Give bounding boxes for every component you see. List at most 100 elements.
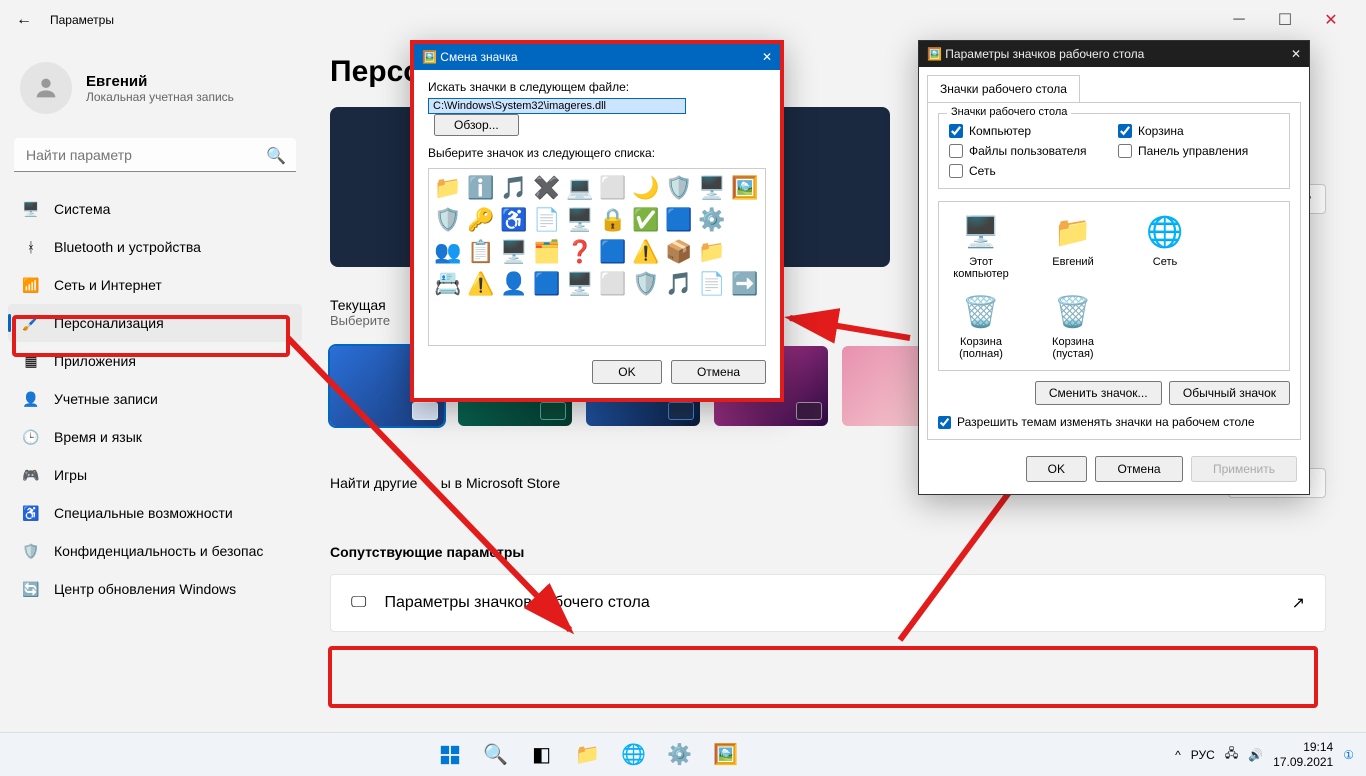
icon-option[interactable]: 🖥️ [565, 205, 595, 235]
icon-grid[interactable]: 📁ℹ️🎵✖️💻⬜🌙🛡️🖥️🖼️🛡️🔑♿📄🖥️🔒✅🟦⚙️👥📋🖥️🗂️❓🟦⚠️📦📁📇… [428, 168, 766, 346]
icon-option[interactable]: 🖥️ [565, 269, 595, 299]
preview-icon[interactable]: 🗑️Корзина (пустая) [1041, 292, 1105, 360]
network-icon[interactable]: 🖧 [1225, 744, 1238, 765]
icon-option[interactable]: 🎵 [664, 269, 694, 299]
minimize-button[interactable]: ─ [1216, 4, 1262, 36]
icon-option[interactable]: 📦 [664, 237, 694, 267]
sidebar-item-bluetooth[interactable]: ᚼBluetooth и устройства [8, 228, 302, 266]
app-button[interactable]: 🖼️ [706, 735, 746, 775]
icon-option[interactable]: 🛡️ [433, 205, 463, 235]
icon-path-input[interactable] [428, 98, 686, 114]
sidebar-item-privacy[interactable]: 🛡️Конфиденциальность и безопас [8, 532, 302, 570]
icon-option[interactable]: 🟦 [664, 205, 694, 235]
sidebar-item-label: Bluetooth и устройства [54, 239, 201, 255]
close-button[interactable]: ✕ [1308, 4, 1354, 36]
edge-button[interactable]: 🌐 [614, 735, 654, 775]
back-button[interactable]: ← [12, 7, 36, 33]
icon-option[interactable]: 🎵 [499, 173, 529, 203]
icon-option[interactable]: ⚠️ [631, 237, 661, 267]
check-computer[interactable]: Компьютер [949, 124, 1110, 138]
icon-option[interactable]: 🗂️ [532, 237, 562, 267]
taskview-button[interactable]: ◧ [522, 735, 562, 775]
icon-option[interactable]: 📄 [697, 269, 727, 299]
clock[interactable]: 19:14 17.09.2021 [1273, 740, 1333, 769]
icon-option[interactable]: 📄 [532, 205, 562, 235]
preview-icon[interactable]: 🌐Сеть [1133, 212, 1197, 280]
sidebar-item-network[interactable]: 📶Сеть и Интернет [8, 266, 302, 304]
start-button[interactable] [430, 735, 470, 775]
icon-option[interactable] [730, 205, 760, 235]
icon-option[interactable]: ♿ [499, 205, 529, 235]
icon-option[interactable]: 🟦 [598, 237, 628, 267]
cancel-button[interactable]: Отмена [1095, 456, 1182, 482]
cancel-button[interactable]: Отмена [671, 360, 766, 384]
icon-option[interactable]: ⚙️ [697, 205, 727, 235]
settings-button[interactable]: ⚙️ [660, 735, 700, 775]
check-userfiles[interactable]: Файлы пользователя [949, 144, 1110, 158]
icon-option[interactable]: 👥 [433, 237, 463, 267]
icon-option[interactable]: 👤 [499, 269, 529, 299]
sidebar-item-time[interactable]: 🕒Время и язык [8, 418, 302, 456]
default-icon-button[interactable]: Обычный значок [1169, 381, 1290, 405]
allow-themes-checkbox[interactable]: Разрешить темам изменять значки на рабоч… [938, 415, 1290, 429]
tray-chevron-icon[interactable]: ^ [1175, 748, 1181, 762]
check-recycle[interactable]: Корзина [1118, 124, 1279, 138]
preview-icon[interactable]: 📁Евгений [1041, 212, 1105, 280]
icon-option[interactable]: ⚠️ [466, 269, 496, 299]
icon-option[interactable]: ✅ [631, 205, 661, 235]
icon-option[interactable]: ✖️ [532, 173, 562, 203]
change-icon-button[interactable]: Сменить значок... [1035, 381, 1162, 405]
icon-option[interactable]: 📁 [697, 237, 727, 267]
icon-option[interactable]: 🖥️ [697, 173, 727, 203]
icon-option[interactable]: 📋 [466, 237, 496, 267]
icon-option[interactable]: 🔒 [598, 205, 628, 235]
user-block[interactable]: Евгений Локальная учетная запись [8, 52, 302, 124]
icon-option[interactable]: 🛡️ [631, 269, 661, 299]
tab-desktop-icons[interactable]: Значки рабочего стола [927, 75, 1080, 102]
icon-option[interactable]: ❓ [565, 237, 595, 267]
icon-preview[interactable]: 🖥️Этот компьютер 📁Евгений 🌐Сеть 🗑️Корзина (… [938, 201, 1290, 371]
icon-option[interactable]: 🌙 [631, 173, 661, 203]
volume-icon[interactable]: 🔊 [1248, 748, 1263, 762]
language-indicator[interactable]: РУС [1191, 748, 1215, 762]
app-icon: 🖼️ [422, 50, 437, 64]
search-input[interactable] [14, 138, 296, 172]
sidebar-item-gaming[interactable]: 🎮Игры [8, 456, 302, 494]
notification-icon[interactable]: ① [1343, 748, 1354, 762]
close-icon[interactable]: ✕ [1291, 47, 1301, 61]
icon-option[interactable]: 🖼️ [730, 173, 760, 203]
icon-option[interactable]: 🔑 [466, 205, 496, 235]
maximize-button[interactable]: ☐ [1262, 4, 1308, 36]
ok-button[interactable]: OK [1026, 456, 1087, 482]
sidebar-item-accounts[interactable]: 👤Учетные записи [8, 380, 302, 418]
search-button[interactable]: 🔍 [476, 735, 516, 775]
icon-option[interactable]: ➡️ [730, 269, 760, 299]
ok-button[interactable]: OK [592, 360, 661, 384]
icon-option[interactable]: 🛡️ [664, 173, 694, 203]
check-cpanel[interactable]: Панель управления [1118, 144, 1279, 158]
sidebar-item-apps[interactable]: ▦Приложения [8, 342, 302, 380]
icon-option[interactable]: 🖥️ [499, 237, 529, 267]
apply-button[interactable]: Применить [1191, 456, 1297, 482]
icon-option[interactable]: ⬜ [598, 269, 628, 299]
icon-option[interactable]: 💻 [565, 173, 595, 203]
sidebar-item-system[interactable]: 🖥️Система [8, 190, 302, 228]
icon-option[interactable]: 🟦 [532, 269, 562, 299]
browse-button[interactable]: Обзор... [434, 114, 519, 136]
check-network[interactable]: Сеть [949, 164, 1110, 178]
store-text: Найти другие ы в Microsoft Store [330, 475, 560, 491]
explorer-button[interactable]: 📁 [568, 735, 608, 775]
icon-option[interactable]: ℹ️ [466, 173, 496, 203]
icon-option[interactable]: 📁 [433, 173, 463, 203]
close-icon[interactable]: ✕ [762, 50, 772, 64]
icon-option[interactable]: 📇 [433, 269, 463, 299]
icon-option[interactable] [730, 237, 760, 267]
desktop-icon-settings-link[interactable]: 🖵 Параметры значков рабочего стола ↗ [330, 574, 1326, 632]
sidebar-item-update[interactable]: 🔄Центр обновления Windows [8, 570, 302, 608]
preview-icon[interactable]: 🖥️Этот компьютер [949, 212, 1013, 280]
sidebar-item-label: Учетные записи [54, 391, 158, 407]
icon-option[interactable]: ⬜ [598, 173, 628, 203]
sidebar-item-accessibility[interactable]: ♿Специальные возможности [8, 494, 302, 532]
preview-icon[interactable]: 🗑️Корзина (полная) [949, 292, 1013, 360]
sidebar-item-personalization[interactable]: 🖌️Персонализация [8, 304, 302, 342]
